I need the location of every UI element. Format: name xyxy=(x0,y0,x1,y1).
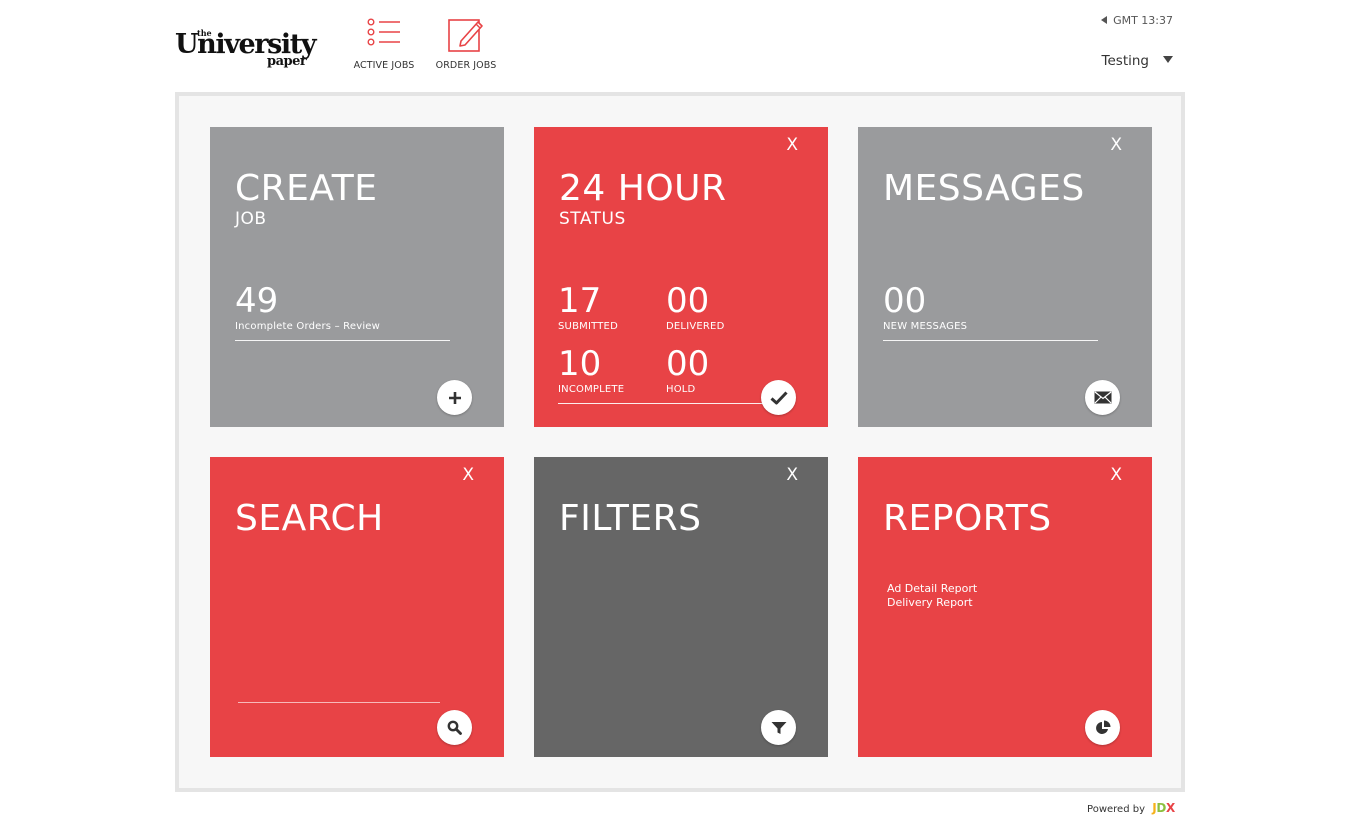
edit-icon xyxy=(434,17,498,57)
nav-active-jobs-label: ACTIVE JOBS xyxy=(353,60,415,71)
delivered-count: 00 xyxy=(666,281,710,321)
plus-icon xyxy=(448,391,462,405)
close-button[interactable]: X xyxy=(462,463,474,487)
tile-title: 24 HOUR xyxy=(559,168,727,209)
powered-by: Powered by JDX xyxy=(1087,801,1175,815)
incomplete-orders-link[interactable]: Incomplete Orders – Review xyxy=(235,321,380,332)
tile-subtitle: STATUS xyxy=(559,209,626,229)
search-icon xyxy=(447,720,462,735)
user-dropdown[interactable]: Testing xyxy=(1102,53,1173,69)
new-messages-label: NEW MESSAGES xyxy=(883,321,968,332)
filters-button[interactable] xyxy=(761,710,796,745)
submitted-count: 17 xyxy=(558,281,602,321)
clock-text: GMT 13:37 xyxy=(1113,14,1173,27)
incomplete-orders-count: 49 xyxy=(235,281,279,321)
divider xyxy=(883,340,1098,341)
nav-order-jobs-label: ORDER JOBS xyxy=(435,60,497,71)
hold-metric[interactable]: 00 HOLD xyxy=(666,345,709,395)
tile-title: SEARCH xyxy=(235,498,384,539)
tile-title: REPORTS xyxy=(883,498,1052,539)
tile-title: FILTERS xyxy=(559,498,702,539)
tile-search[interactable]: X SEARCH xyxy=(210,457,504,757)
close-button[interactable]: X xyxy=(1110,463,1122,487)
new-messages-metric[interactable]: 00 NEW MESSAGES xyxy=(883,282,967,332)
tile-24-hour-status[interactable]: X 24 HOUR STATUS 17 SUBMITTED 00 DELIVER… xyxy=(534,127,828,427)
nav-active-jobs[interactable]: ACTIVE JOBS xyxy=(352,17,416,71)
delivered-metric[interactable]: 00 DELIVERED xyxy=(666,282,724,332)
dashboard-frame: CREATE JOB 49 Incomplete Orders – Review… xyxy=(175,92,1185,792)
tile-messages[interactable]: X MESSAGES 00 NEW MESSAGES xyxy=(858,127,1152,427)
tile-title: CREATE xyxy=(235,168,378,209)
new-messages-count: 00 xyxy=(883,281,927,321)
filter-icon xyxy=(771,721,787,735)
status-confirm-button[interactable] xyxy=(761,380,796,415)
pie-chart-icon xyxy=(1095,720,1111,736)
jdx-logo[interactable]: JDX xyxy=(1152,801,1175,815)
chevron-down-icon xyxy=(1163,56,1173,63)
close-button[interactable]: X xyxy=(786,133,798,157)
submitted-label: SUBMITTED xyxy=(558,321,618,332)
logo[interactable]: the University paper xyxy=(175,28,335,72)
logo-paper: paper xyxy=(267,54,307,69)
incomplete-count: 10 xyxy=(558,344,602,384)
delivered-label: DELIVERED xyxy=(666,321,725,332)
messages-button[interactable] xyxy=(1085,380,1120,415)
divider xyxy=(558,403,773,404)
hold-count: 00 xyxy=(666,344,710,384)
tile-filters[interactable]: X FILTERS xyxy=(534,457,828,757)
list-icon xyxy=(352,17,416,51)
tile-title: MESSAGES xyxy=(883,168,1085,209)
nav-order-jobs[interactable]: ORDER JOBS xyxy=(434,17,498,71)
envelope-icon xyxy=(1094,391,1112,404)
report-link-delivery[interactable]: Delivery Report xyxy=(887,596,973,609)
check-icon xyxy=(769,390,788,405)
powered-by-text: Powered by xyxy=(1087,804,1146,815)
incomplete-label: INCOMPLETE xyxy=(558,384,625,395)
divider xyxy=(235,340,450,341)
close-button[interactable]: X xyxy=(1110,133,1122,157)
incomplete-metric[interactable]: 10 INCOMPLETE xyxy=(558,345,624,395)
user-name: Testing xyxy=(1101,53,1149,69)
hold-label: HOLD xyxy=(666,384,696,395)
gmt-clock[interactable]: GMT 13:37 xyxy=(1101,14,1173,27)
incomplete-orders-metric[interactable]: 49 Incomplete Orders – Review xyxy=(235,282,380,332)
search-input[interactable] xyxy=(238,702,440,703)
tile-create-job[interactable]: CREATE JOB 49 Incomplete Orders – Review xyxy=(210,127,504,427)
create-job-button[interactable] xyxy=(437,380,472,415)
report-link-ad-detail[interactable]: Ad Detail Report xyxy=(887,582,977,595)
reports-button[interactable] xyxy=(1085,710,1120,745)
search-button[interactable] xyxy=(437,710,472,745)
close-button[interactable]: X xyxy=(786,463,798,487)
caret-left-icon xyxy=(1101,16,1108,24)
submitted-metric[interactable]: 17 SUBMITTED xyxy=(558,282,618,332)
tile-reports[interactable]: X REPORTS Ad Detail Report Delivery Repo… xyxy=(858,457,1152,757)
tile-subtitle: JOB xyxy=(235,209,267,229)
